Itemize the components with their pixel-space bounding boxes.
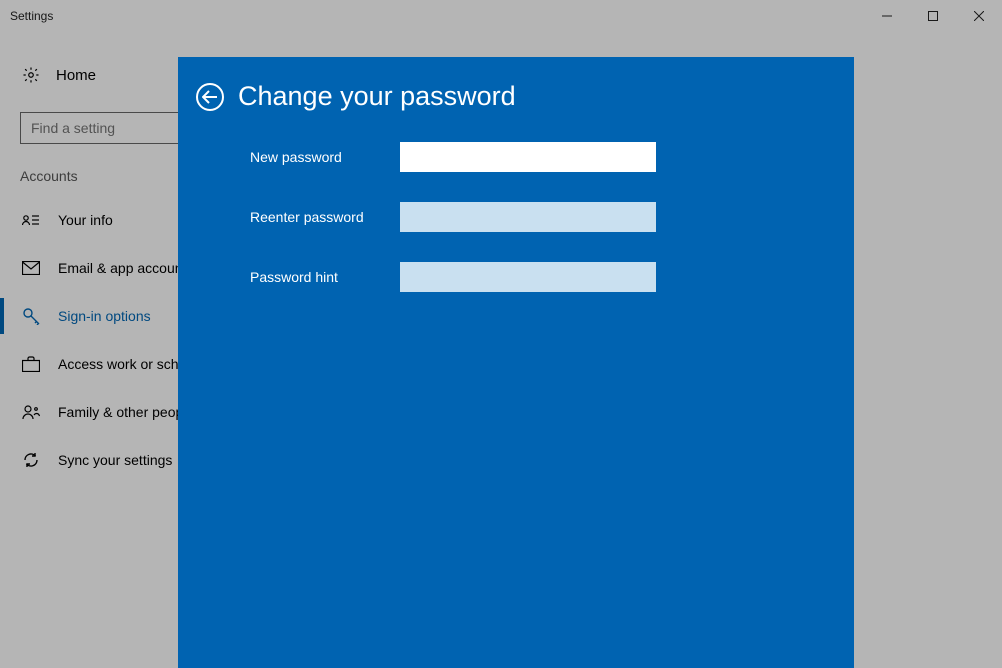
password-hint-input[interactable] bbox=[400, 262, 656, 292]
back-button[interactable] bbox=[196, 83, 224, 111]
password-hint-label: Password hint bbox=[250, 269, 400, 285]
modal-title: Change your password bbox=[238, 81, 516, 112]
new-password-label: New password bbox=[250, 149, 400, 165]
reenter-password-input[interactable] bbox=[400, 202, 656, 232]
arrow-left-icon bbox=[202, 90, 218, 104]
new-password-input[interactable] bbox=[400, 142, 656, 172]
change-password-modal: Change your password New password Reente… bbox=[178, 57, 854, 668]
reenter-password-label: Reenter password bbox=[250, 209, 400, 225]
